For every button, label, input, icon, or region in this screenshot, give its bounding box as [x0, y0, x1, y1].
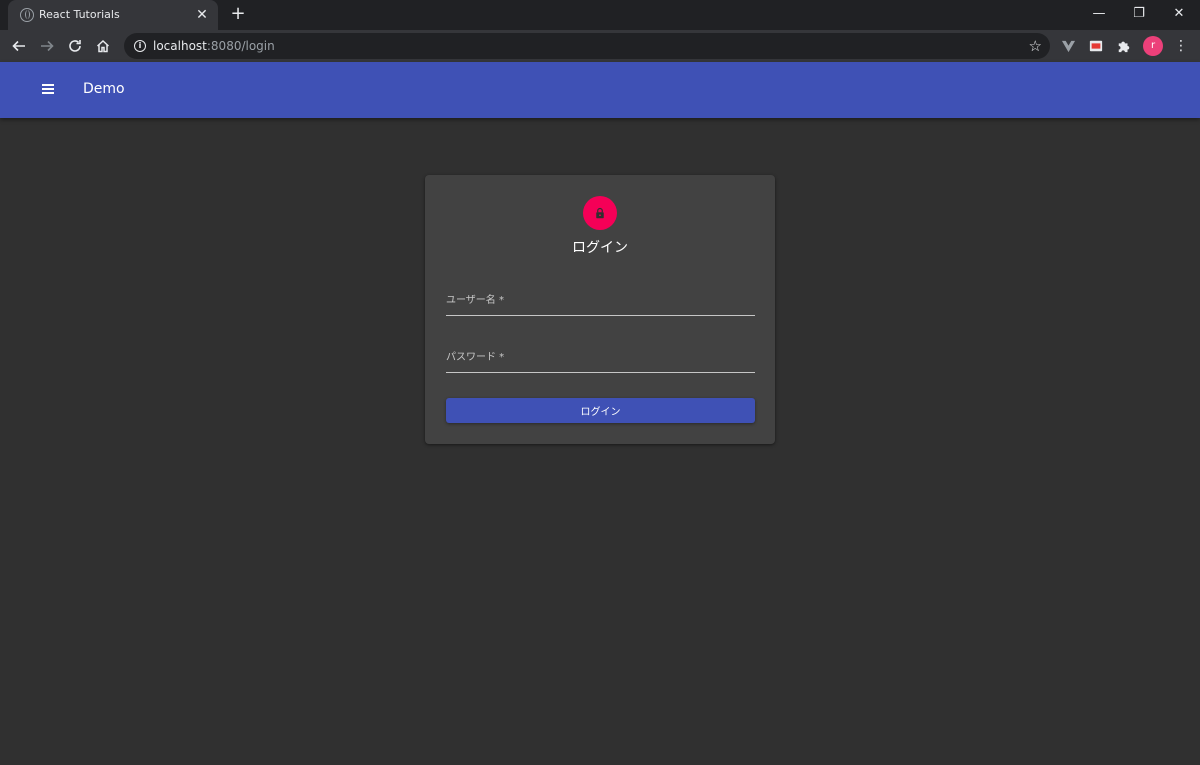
- browser-toolbar: i localhost:8080/login ☆: [0, 30, 1200, 62]
- login-title: ログイン: [572, 240, 628, 256]
- puzzle-icon[interactable]: [1114, 36, 1134, 56]
- back-icon[interactable]: [9, 36, 29, 56]
- restore-button[interactable]: ❐: [1128, 4, 1150, 24]
- address-bar[interactable]: i localhost:8080/login ☆: [124, 33, 1050, 59]
- url-text: localhost:8080/login: [153, 39, 275, 53]
- tab-title: React Tutorials: [39, 8, 120, 21]
- url-host: localhost: [153, 39, 207, 53]
- extension-icon[interactable]: [1086, 36, 1106, 56]
- app-bar: Demo: [0, 62, 1200, 118]
- username-input[interactable]: [446, 287, 755, 315]
- home-icon[interactable]: [93, 36, 113, 56]
- lock-icon: [596, 207, 604, 219]
- login-button[interactable]: ログイン: [446, 398, 755, 423]
- password-input[interactable]: [446, 344, 755, 372]
- browser-tab-strip: React Tutorials ✕ + — ❐ ✕: [0, 0, 1200, 30]
- login-card: ログイン ユーザー名 * パスワード * ログイン: [425, 175, 775, 444]
- reload-icon[interactable]: [65, 36, 85, 56]
- new-tab-button[interactable]: +: [228, 4, 248, 24]
- username-underline: [446, 315, 755, 316]
- minimize-button[interactable]: —: [1088, 4, 1110, 24]
- lock-avatar: [583, 196, 617, 230]
- bookmark-star-icon[interactable]: ☆: [1029, 37, 1042, 55]
- more-menu-icon[interactable]: ⋮: [1174, 36, 1188, 56]
- browser-tab[interactable]: React Tutorials ✕: [8, 0, 218, 30]
- password-underline: [446, 372, 755, 373]
- menu-icon[interactable]: [42, 84, 54, 94]
- info-icon[interactable]: i: [134, 40, 146, 52]
- window-close-button[interactable]: ✕: [1168, 4, 1190, 24]
- url-path: :8080/login: [206, 39, 275, 53]
- profile-avatar[interactable]: r: [1143, 36, 1163, 56]
- tab-close-icon[interactable]: ✕: [194, 7, 210, 23]
- globe-icon: [20, 8, 34, 22]
- password-field[interactable]: パスワード *: [446, 344, 755, 374]
- forward-icon[interactable]: [37, 36, 57, 56]
- vue-devtools-icon[interactable]: [1058, 36, 1078, 56]
- username-field[interactable]: ユーザー名 *: [446, 287, 755, 317]
- app-title: Demo: [83, 81, 125, 97]
